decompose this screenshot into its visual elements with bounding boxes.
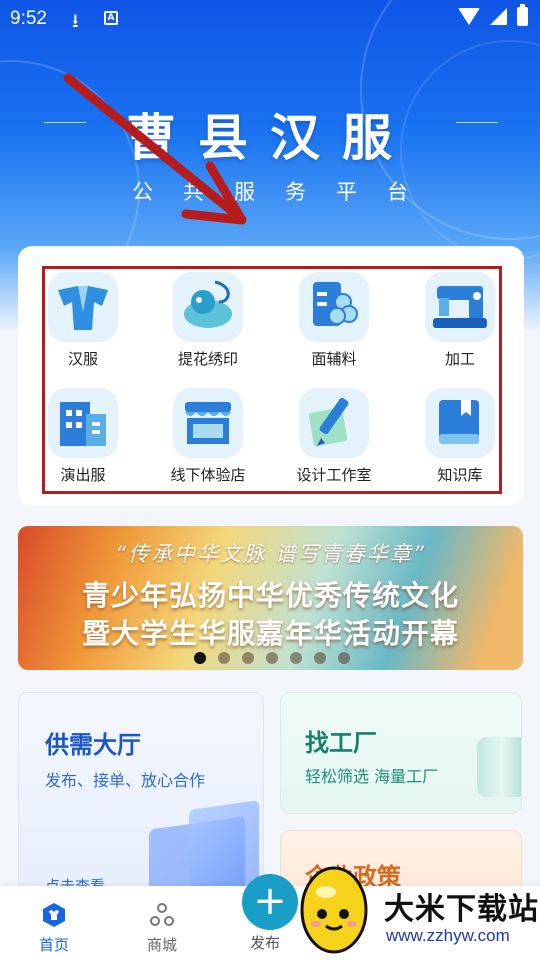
category-fabric[interactable]: 面辅料 xyxy=(275,272,393,369)
home-shirt-icon xyxy=(41,902,67,928)
factory-desc: 轻松筛选 海量工厂 xyxy=(305,767,439,786)
pagination-dot[interactable] xyxy=(290,652,302,664)
category-label: 提花绣印 xyxy=(177,350,238,368)
pagination-dot[interactable] xyxy=(266,652,278,664)
mall-icon xyxy=(149,902,175,928)
book-icon xyxy=(425,388,495,458)
category-processing[interactable]: 加工 xyxy=(401,272,519,369)
category-label: 加工 xyxy=(444,350,475,368)
embroidery-icon xyxy=(173,272,243,342)
supply-title: 供需大厅 xyxy=(45,731,141,759)
category-performance-wear[interactable]: 演出服 xyxy=(24,388,142,485)
thread-spool-icon xyxy=(477,737,521,797)
find-factory-card[interactable]: 找工厂 轻松筛选 海量工厂 xyxy=(280,692,522,814)
tab-home[interactable]: 首页 xyxy=(14,902,94,955)
building-icon xyxy=(48,388,118,458)
design-icon xyxy=(299,388,369,458)
category-label: 演出服 xyxy=(60,466,106,484)
supply-desc: 发布、接单、放心合作 xyxy=(45,771,206,790)
banner-pagination xyxy=(0,652,540,666)
category-experience-store[interactable]: 线下体验店 xyxy=(149,388,267,485)
category-label: 设计工作室 xyxy=(296,466,372,484)
battery-icon xyxy=(517,4,528,26)
tab-mall-label: 商城 xyxy=(146,936,177,954)
category-design-studio[interactable]: 设计工作室 xyxy=(275,388,393,485)
pagination-dot[interactable] xyxy=(194,652,206,664)
tab-mall[interactable]: 商城 xyxy=(122,902,202,955)
supply-demand-hall-card[interactable]: 供需大厅 发布、接单、放心合作 点击查看 xyxy=(18,692,264,902)
tab-publish-label: 发布 xyxy=(250,934,281,952)
publish-button[interactable]: + xyxy=(242,874,298,930)
factory-title: 找工厂 xyxy=(305,729,377,757)
banner-headline-2: 暨大学生华服嘉年华活动开幕 xyxy=(81,617,459,650)
category-label: 线下体验店 xyxy=(170,466,246,484)
category-label: 汉服 xyxy=(67,350,98,368)
sewing-machine-icon xyxy=(425,272,495,342)
pagination-dot[interactable] xyxy=(338,652,350,664)
download-icon: ⭳ xyxy=(72,10,79,32)
banner-slogan: “传承中华文脉 谱写青春华章” xyxy=(115,542,426,566)
watermark-mascot-icon xyxy=(300,866,368,954)
category-embroidery[interactable]: 提花绣印 xyxy=(149,272,267,369)
status-time: 9:52 xyxy=(10,8,47,29)
app-notification-icon: A xyxy=(104,11,118,25)
category-label: 面辅料 xyxy=(311,350,357,368)
pagination-dot[interactable] xyxy=(242,652,254,664)
category-hanfu[interactable]: 汉服 xyxy=(24,272,142,369)
watermark-title: 大米下载站 xyxy=(384,892,539,927)
pagination-dot[interactable] xyxy=(218,652,230,664)
banner-headline-1: 青少年弘扬中华优秀传统文化 xyxy=(81,579,459,612)
promo-banner[interactable]: “传承中华文脉 谱写青春华章” 青少年弘扬中华优秀传统文化 暨大学生华服嘉年华活… xyxy=(18,526,523,670)
hanfu-icon xyxy=(48,272,118,342)
annotation-arrow xyxy=(63,73,247,225)
status-bar: 9:52 ⭳ A xyxy=(0,0,540,36)
glass-illustration xyxy=(189,800,259,896)
store-icon xyxy=(173,388,243,458)
pagination-dot[interactable] xyxy=(314,652,326,664)
watermark-url: www.zzhyw.com xyxy=(386,926,510,945)
wifi-icon xyxy=(458,8,480,25)
category-label: 知识库 xyxy=(437,466,483,484)
fabric-icon xyxy=(299,272,369,342)
tab-home-label: 首页 xyxy=(38,936,69,954)
signal-icon xyxy=(490,8,507,25)
category-knowledge-base[interactable]: 知识库 xyxy=(401,388,519,485)
